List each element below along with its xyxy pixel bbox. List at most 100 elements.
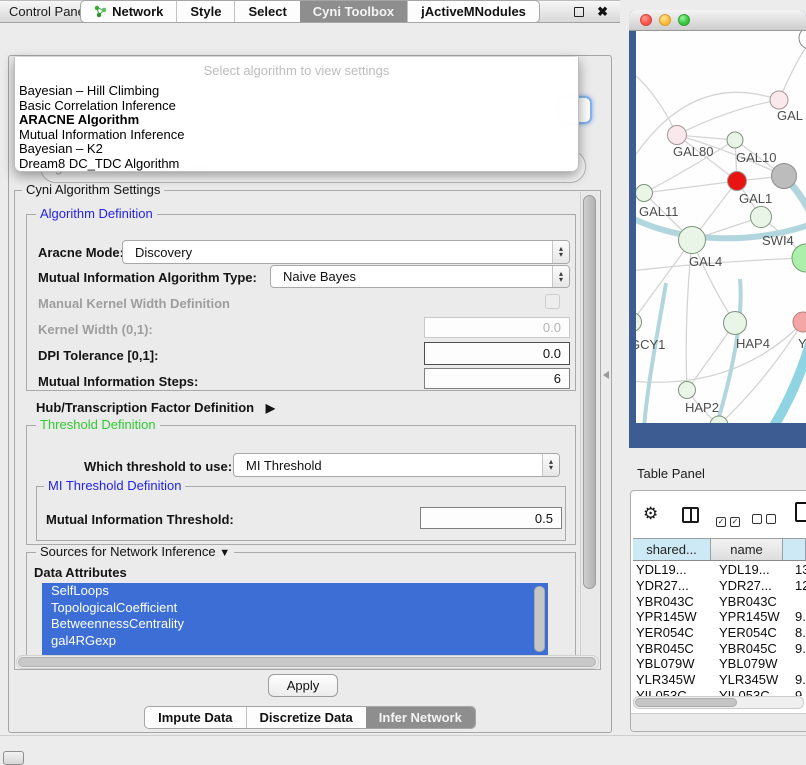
mi-threshold-field[interactable]: 0.5: [420, 507, 562, 529]
zoom-button[interactable]: [678, 14, 690, 26]
table-panel-footer: [631, 713, 806, 731]
tab-network[interactable]: Network: [81, 1, 176, 22]
table-cell: YBR045C: [633, 641, 711, 656]
table-cell: YBR045C: [711, 641, 783, 656]
hub-definition-expander[interactable]: Hub/Transcription Factor Definition ▶: [36, 400, 275, 415]
dropdown-item[interactable]: Bayesian – K2: [15, 142, 578, 157]
table-row[interactable]: YBL079WYBL079W: [633, 656, 806, 672]
tab-infer-network[interactable]: Infer Network: [366, 707, 475, 728]
node-label: HAP4: [736, 336, 770, 351]
dropdown-item[interactable]: Bayesian – Hill Climbing: [15, 84, 578, 99]
which-threshold-combo[interactable]: MI Threshold ▴▾: [233, 453, 560, 477]
collapse-arrow-icon[interactable]: ▼: [219, 547, 230, 559]
node-label: GCY1: [636, 337, 665, 352]
settings-hscrollbar-thumb[interactable]: [18, 657, 596, 667]
column-header-name[interactable]: name: [711, 539, 783, 560]
dropdown-placeholder: Select algorithm to view settings: [15, 57, 578, 84]
network-node[interactable]: [727, 132, 743, 148]
attribute-list-item[interactable]: BetweennessCentrality: [42, 616, 548, 633]
split-columns-icon[interactable]: [682, 507, 699, 523]
dropdown-item[interactable]: Mutual Information Inference: [15, 128, 578, 143]
table-row[interactable]: YBR045CYBR045C9.: [633, 640, 806, 656]
column-header-cut[interactable]: [783, 539, 806, 560]
dropdown-item[interactable]: Basic Correlation Inference: [15, 99, 578, 114]
network-node[interactable]: [770, 91, 788, 109]
table-cell: YER054C: [633, 625, 711, 640]
kernel-width-field[interactable]: 0.0: [424, 317, 570, 338]
network-node[interactable]: [668, 126, 687, 145]
manual-kernel-label: Manual Kernel Width Definition: [38, 296, 230, 311]
top-tab-bar: Network Style Select Cyni Toolbox jActiv…: [0, 0, 620, 23]
algorithm-dropdown: Select algorithm to view settings Bayesi…: [14, 57, 579, 172]
table-cell: 12: [783, 578, 806, 593]
tab-select[interactable]: Select: [234, 1, 299, 22]
network-node[interactable]: [792, 244, 806, 272]
aracne-mode-combo[interactable]: Discovery ▴▾: [122, 240, 570, 264]
table-cell: YDL19...: [633, 562, 711, 577]
attribute-list-item[interactable]: TopologicalCoefficient: [42, 600, 548, 617]
tab-cyni-toolbox[interactable]: Cyni Toolbox: [300, 1, 407, 22]
tab-discretize-data[interactable]: Discretize Data: [246, 707, 366, 728]
tab-style[interactable]: Style: [176, 1, 234, 22]
table-cell: YDR27...: [711, 578, 783, 593]
network-node[interactable]: [679, 382, 696, 399]
combo-spinner-icon[interactable]: ▴▾: [542, 454, 559, 476]
threshold-definition-title: Threshold Definition: [36, 418, 160, 432]
table-cell: 13: [783, 562, 806, 577]
network-node[interactable]: [728, 172, 747, 191]
dropdown-item[interactable]: Dream8 DC_TDC Algorithm: [15, 157, 578, 172]
mi-type-combo[interactable]: Naive Bayes ▴▾: [270, 265, 570, 288]
table-row[interactable]: YLR345WYLR345W9.: [633, 672, 806, 688]
table-row[interactable]: YIL053CYIL053C9.: [633, 688, 806, 697]
mi-threshold-title: MI Threshold Definition: [44, 479, 185, 493]
dropdown-item[interactable]: ARACNE Algorithm: [15, 113, 578, 128]
mi-steps-field[interactable]: 6: [424, 368, 570, 389]
table-cell: 9.: [783, 609, 806, 624]
attribute-list-scrollbar[interactable]: [534, 586, 545, 652]
gear-icon[interactable]: ⚙: [643, 504, 658, 524]
sources-title[interactable]: Sources for Network Inference ▼: [36, 545, 234, 560]
table-cell: YLR345W: [633, 672, 711, 687]
combo-spinner-icon[interactable]: ▴▾: [552, 266, 569, 287]
network-node[interactable]: [751, 207, 772, 228]
network-node[interactable]: [710, 416, 728, 423]
table-row[interactable]: YDR27...YDR27...12: [633, 578, 806, 594]
tab-jactivemnodules[interactable]: jActiveMNodules: [407, 1, 539, 22]
network-node[interactable]: [772, 164, 797, 189]
network-node[interactable]: [799, 31, 806, 49]
manual-kernel-checkbox[interactable]: [545, 294, 560, 309]
checked-boxes-icon[interactable]: ✓✓: [716, 512, 744, 527]
minimize-button[interactable]: [659, 14, 671, 26]
bottom-left-mini-button[interactable]: [3, 751, 24, 765]
document-icon[interactable]: [795, 502, 806, 522]
table-row[interactable]: YBR043CYBR043C: [633, 593, 806, 609]
network-node[interactable]: [636, 313, 642, 332]
table-hscrollbar-thumb[interactable]: [635, 698, 737, 707]
network-node[interactable]: [724, 312, 747, 335]
table-row[interactable]: YER054CYER054C8.: [633, 625, 806, 641]
unchecked-boxes-icon[interactable]: [752, 512, 780, 527]
combo-spinner-icon[interactable]: ▴▾: [552, 241, 569, 263]
attribute-list-item[interactable]: SelfLoops: [42, 583, 548, 600]
table-cell: YDR27...: [633, 578, 711, 593]
split-pane-collapse-arrow[interactable]: [603, 371, 609, 379]
tab-impute-data[interactable]: Impute Data: [145, 707, 245, 728]
table-row[interactable]: YPR145WYPR145W9.: [633, 609, 806, 625]
close-button[interactable]: [640, 14, 652, 26]
settings-scrollbar-thumb[interactable]: [583, 195, 596, 589]
column-header-shared[interactable]: shared...: [633, 539, 711, 560]
apply-button[interactable]: Apply: [268, 674, 338, 697]
data-attributes-list[interactable]: SelfLoopsTopologicalCoefficientBetweenne…: [42, 583, 548, 654]
node-label: SWI4: [762, 233, 794, 248]
table-body: YDL19...YDL19...13YDR27...YDR27...12YBR0…: [633, 562, 806, 696]
network-node[interactable]: [679, 227, 706, 254]
network-canvas[interactable]: GALGAL80GAL10GAL1GAL11SWI4GAL4GCY1HAP4YH…: [636, 31, 806, 423]
network-node[interactable]: [636, 185, 653, 202]
algorithm-dropdown-list: Bayesian – Hill ClimbingBasic Correlatio…: [15, 84, 578, 172]
expand-arrow-icon[interactable]: ▶: [266, 401, 275, 415]
attribute-list-item[interactable]: gal4RGexp: [42, 633, 548, 650]
dpi-tolerance-field[interactable]: 0.0: [424, 342, 570, 365]
network-icon: [94, 5, 107, 18]
aracne-mode-label: Aracne Mode:: [38, 245, 124, 260]
table-row[interactable]: YDL19...YDL19...13: [633, 562, 806, 578]
